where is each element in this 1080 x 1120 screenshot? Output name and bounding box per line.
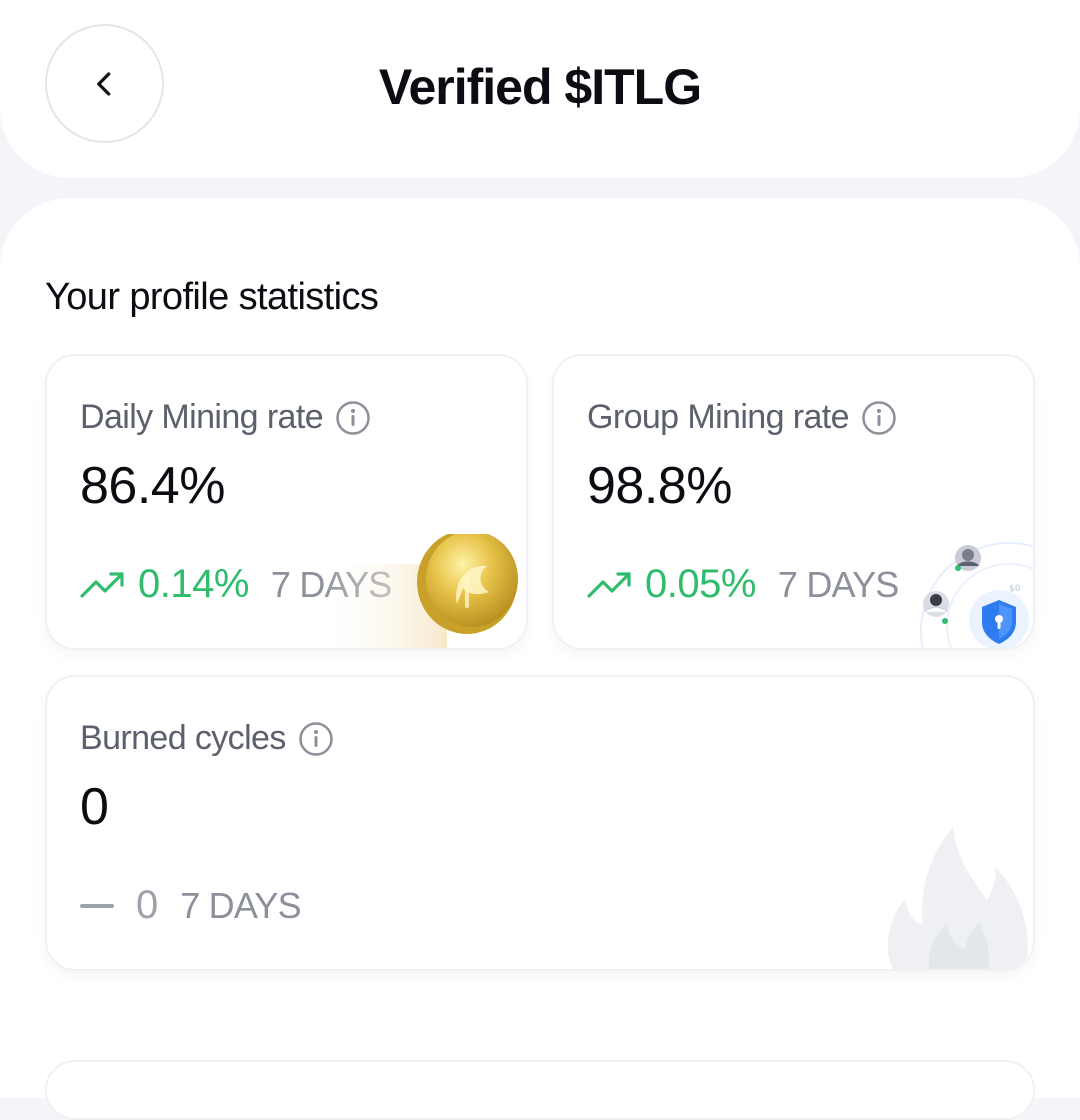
- burned-cycles-value: 0: [80, 778, 109, 836]
- info-icon[interactable]: [861, 400, 897, 436]
- trend-up-icon: [80, 571, 124, 598]
- info-icon[interactable]: [298, 721, 334, 757]
- top-header: Verified $ITLG: [0, 0, 1080, 178]
- daily-mining-card[interactable]: Daily Mining rate 86.4% 0.14% 7 DAYS: [45, 354, 528, 650]
- page-title: Verified $ITLG: [378, 59, 702, 115]
- burned-cycles-trend: 0 7 DAYS: [80, 883, 302, 928]
- stats-panel: Your profile statistics Daily Mining rat…: [0, 198, 1080, 1120]
- daily-mining-label-row: Daily Mining rate: [80, 398, 371, 437]
- flame-icon: [887, 827, 1028, 969]
- group-mining-trend: 0.05% 7 DAYS: [587, 562, 899, 607]
- daily-mining-value: 86.4%: [80, 457, 225, 515]
- daily-mining-label: Daily Mining rate: [80, 398, 324, 436]
- burned-cycles-label: Burned cycles: [80, 719, 286, 757]
- gold-coin-icon: [317, 534, 518, 648]
- svg-text:$0: $0: [1009, 584, 1021, 594]
- burned-trend-days: 7 DAYS: [180, 884, 301, 926]
- group-mining-card[interactable]: Group Mining rate 98.8% 0.05% 7 DAYS $0: [552, 354, 1035, 650]
- section-title: Your profile statistics: [45, 276, 379, 318]
- group-mining-value: 98.8%: [587, 457, 732, 515]
- group-trend-days: 7 DAYS: [777, 563, 899, 605]
- burned-trend-value: 0: [136, 883, 159, 927]
- burned-cycles-label-row: Burned cycles: [80, 719, 334, 758]
- trend-up-icon: [587, 571, 631, 598]
- burned-cycles-card[interactable]: Burned cycles 0 0 7 DAYS: [45, 675, 1035, 971]
- trend-flat-icon: [80, 903, 114, 908]
- group-trend-value: 0.05%: [645, 562, 756, 606]
- network-shield-icon: $0: [920, 542, 1033, 648]
- next-card: [45, 1060, 1035, 1120]
- info-icon[interactable]: [335, 400, 371, 436]
- daily-trend-value: 0.14%: [138, 562, 249, 606]
- group-mining-label: Group Mining rate: [587, 398, 850, 436]
- group-mining-label-row: Group Mining rate: [587, 398, 897, 437]
